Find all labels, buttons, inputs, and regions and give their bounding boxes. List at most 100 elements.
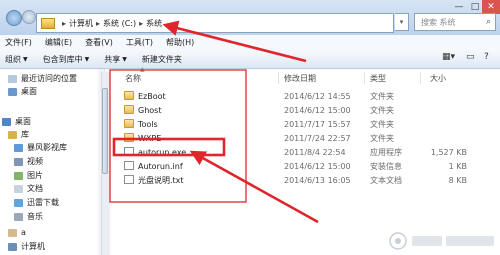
chevron-down-icon: ▼ [84, 55, 90, 63]
column-divider[interactable] [364, 72, 365, 84]
file-type: 文本文档 [370, 175, 402, 185]
chevron-down-icon: ▼ [23, 55, 28, 63]
menu-tools[interactable]: 工具(T) [126, 37, 153, 48]
breadcrumb-system[interactable]: 系统 [146, 18, 162, 29]
nav-item-computer[interactable]: 计算机 [8, 240, 45, 253]
user-icon [8, 228, 17, 237]
file-row-ghost[interactable]: Ghost 2014/6/12 15:00 文件夹 [112, 103, 500, 117]
file-name: Autorun.inf [138, 161, 183, 171]
menu-view[interactable]: 查看(V) [85, 37, 113, 48]
file-row-autorun-inf[interactable]: Autorun.inf 2014/6/12 15:00 安装信息 1 KB [112, 159, 500, 173]
navigation-pane: 最近访问的位置 桌面 桌面 库 暴风影视库 视频 图片 文档 迅雷下载 音乐 a [0, 69, 99, 255]
nav-item-music[interactable]: 音乐 [14, 210, 43, 223]
file-row-readme-txt[interactable]: 光盘说明.txt 2014/6/13 16:05 文本文档 8 KB [112, 173, 500, 187]
chevron-right-icon[interactable]: ▸ [96, 19, 100, 28]
minimize-button[interactable]: — [450, 0, 468, 14]
file-row-autorun-exe[interactable]: autorun.exe 2011/8/4 22:54 应用程序 1,527 KB [112, 145, 500, 159]
chevron-down-icon: ▼ [122, 55, 127, 63]
preview-pane-icon[interactable]: ▭ [466, 52, 475, 62]
command-bar: 组织 ▼ 包含到库中 ▼ 共享 ▼ 新建文件夹 [0, 50, 500, 69]
nav-item-label: a [21, 228, 26, 237]
chevron-right-icon[interactable]: ▸ [139, 19, 143, 28]
menu-help[interactable]: 帮助(H) [166, 37, 194, 48]
column-header-type[interactable]: 类型 [370, 71, 386, 85]
nav-item-downloads[interactable]: 迅雷下载 [14, 196, 59, 209]
nav-item-label: 图片 [27, 171, 43, 180]
nav-item-label: 音乐 [27, 212, 43, 221]
chevron-right-icon[interactable]: ▸ [62, 19, 66, 28]
file-date: 2014/6/12 15:00 [284, 161, 351, 171]
nav-item-videos[interactable]: 视频 [14, 155, 43, 168]
close-button[interactable]: ✕ [482, 0, 500, 14]
nav-item-label: 暴风影视库 [27, 143, 67, 152]
nav-item-desktop[interactable]: 桌面 [8, 85, 37, 98]
view-options-icon[interactable]: ▦▾ [442, 52, 455, 62]
folder-icon [41, 17, 55, 29]
file-date: 2011/7/17 15:57 [284, 119, 351, 129]
nav-item-label: 视频 [27, 157, 43, 166]
forward-button[interactable] [22, 10, 36, 24]
nav-item-video-library[interactable]: 暴风影视库 [14, 141, 67, 154]
include-in-library-button[interactable]: 包含到库中 ▼ [43, 54, 90, 65]
music-icon [14, 212, 23, 221]
file-date: 2011/8/4 22:54 [284, 147, 346, 157]
menu-file[interactable]: 文件(F) [5, 37, 32, 48]
inf-icon [124, 161, 134, 170]
nav-item-pictures[interactable]: 图片 [14, 169, 43, 182]
folder-icon [124, 91, 134, 100]
file-type: 文件夹 [370, 105, 394, 115]
file-row-tools[interactable]: Tools 2011/7/17 15:57 文件夹 [112, 117, 500, 131]
pictures-icon [14, 171, 23, 180]
file-row-ezboot[interactable]: EzBoot 2014/6/12 14:55 文件夹 [112, 89, 500, 103]
exe-icon [124, 147, 134, 156]
folder-icon [124, 105, 134, 114]
nav-item-documents[interactable]: 文档 [14, 182, 43, 195]
back-button[interactable] [6, 10, 22, 26]
video-library-icon [14, 143, 23, 152]
search-icon[interactable]: ⌕ [486, 17, 491, 27]
file-size: 8 KB [448, 175, 467, 185]
nav-item-label: 计算机 [21, 242, 45, 251]
organize-label: 组织 [5, 54, 21, 64]
nav-item-recent-places[interactable]: 最近访问的位置 [8, 72, 77, 85]
search-input[interactable]: 搜索 系统 ⌕ [414, 13, 496, 31]
new-folder-label: 新建文件夹 [141, 54, 182, 64]
nav-item-libraries[interactable]: 库 [8, 128, 29, 141]
file-date: 2014/6/12 14:55 [284, 91, 351, 101]
nav-item-label: 文档 [27, 184, 43, 193]
nav-item-label: 桌面 [15, 117, 31, 126]
nav-item-label: 最近访问的位置 [21, 74, 77, 83]
column-header-size[interactable]: 大小 [430, 71, 446, 85]
file-size: 1 KB [448, 161, 467, 171]
organize-button[interactable]: 组织 ▼ [5, 54, 28, 65]
address-bar[interactable]: ▸ 计算机 ▸ 系统 (C:) ▸ 系统 [36, 13, 394, 33]
text-file-icon [124, 175, 134, 184]
file-date: 2014/6/13 16:05 [284, 175, 351, 185]
column-divider[interactable] [278, 72, 279, 84]
download-icon [14, 198, 23, 207]
column-header-date[interactable]: 修改日期 [284, 71, 316, 85]
column-header-name[interactable]: 名称 [125, 71, 141, 85]
include-in-library-label: 包含到库中 [42, 54, 83, 64]
menu-edit[interactable]: 编辑(E) [45, 37, 72, 48]
menu-bar: 文件(F) 编辑(E) 查看(V) 工具(T) 帮助(H) [0, 35, 500, 50]
file-row-wxpe[interactable]: WXPE 2011/7/24 22:57 文件夹 [112, 131, 500, 145]
file-size: 1,527 KB [430, 147, 467, 157]
folder-icon [124, 119, 134, 128]
file-date: 2014/6/12 15:00 [284, 105, 351, 115]
scrollbar-thumb[interactable] [102, 88, 108, 174]
share-button[interactable]: 共享 ▼ [104, 54, 127, 65]
breadcrumb-computer[interactable]: 计算机 [69, 18, 93, 29]
nav-item-desktop-root[interactable]: 桌面 [2, 115, 31, 128]
maximize-button[interactable]: □ [468, 0, 482, 14]
chevron-down-icon[interactable]: ▾ [395, 13, 409, 31]
file-name: autorun.exe [138, 147, 187, 157]
computer-icon [8, 242, 17, 251]
file-date: 2011/7/24 22:57 [284, 133, 351, 143]
nav-item-user[interactable]: a [8, 226, 26, 239]
breadcrumb-drive-c[interactable]: 系统 (C:) [103, 18, 136, 29]
column-divider[interactable] [420, 72, 421, 84]
help-icon[interactable]: ? [484, 52, 489, 62]
nav-item-label: 迅雷下载 [27, 198, 59, 207]
new-folder-button[interactable]: 新建文件夹 [142, 54, 182, 65]
